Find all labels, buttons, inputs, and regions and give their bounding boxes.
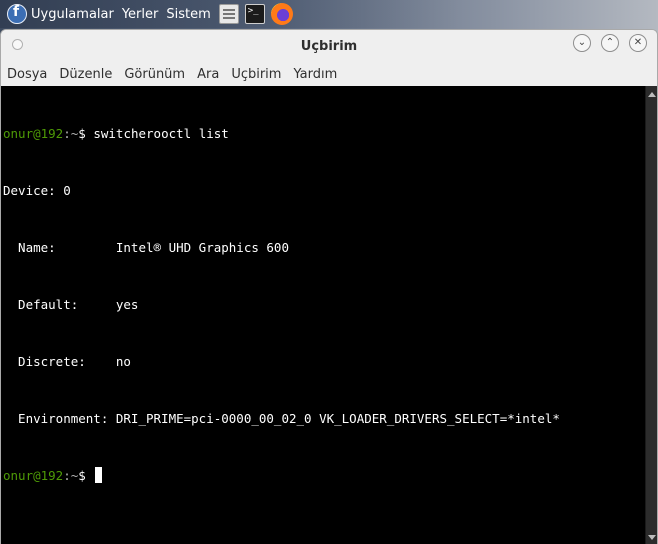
output-line: Device: 0 bbox=[3, 183, 71, 198]
menu-help[interactable]: Yardım bbox=[293, 67, 337, 82]
command-line: onur@192:~$ switcherooctl list bbox=[3, 124, 645, 143]
scroll-up-arrow-icon[interactable] bbox=[648, 92, 656, 97]
output-line: Default: yes bbox=[3, 297, 139, 312]
menu-view[interactable]: Görünüm bbox=[124, 67, 185, 82]
output-line: Name: Intel® UHD Graphics 600 bbox=[3, 240, 289, 255]
fedora-logo-icon[interactable] bbox=[7, 4, 27, 24]
current-prompt-line: onur@192:~$ bbox=[3, 466, 645, 485]
menu-terminal[interactable]: Uçbirim bbox=[231, 67, 281, 82]
scrollbar[interactable] bbox=[645, 86, 657, 544]
prompt-symbol: $ bbox=[78, 468, 94, 483]
menubar: Dosya Düzenle Görünüm Ara Uçbirim Yardım bbox=[1, 62, 657, 86]
terminal-launcher-icon[interactable] bbox=[244, 4, 265, 24]
text-cursor bbox=[95, 467, 103, 483]
minimize-button[interactable]: ⌄ bbox=[573, 34, 591, 52]
output-line: Discrete: no bbox=[3, 354, 131, 369]
menu-file[interactable]: Dosya bbox=[7, 67, 47, 82]
scroll-down-arrow-icon[interactable] bbox=[648, 535, 656, 540]
terminal-window: Uçbirim ⌄ ⌃ ✕ Dosya Düzenle Görünüm Ara … bbox=[0, 29, 658, 544]
file-manager-icon[interactable] bbox=[218, 4, 239, 24]
prompt-path: :~ bbox=[63, 126, 79, 141]
top-panel: Uygulamalar Yerler Sistem bbox=[0, 0, 658, 28]
prompt-path: :~ bbox=[63, 468, 79, 483]
prompt-symbol: $ bbox=[78, 126, 94, 141]
close-button[interactable]: ✕ bbox=[629, 34, 647, 52]
places-menu[interactable]: Yerler bbox=[122, 7, 159, 22]
firefox-icon[interactable] bbox=[270, 3, 293, 25]
menu-edit[interactable]: Düzenle bbox=[59, 67, 112, 82]
applications-menu[interactable]: Uygulamalar bbox=[31, 7, 114, 22]
prompt-user: onur@192 bbox=[3, 126, 64, 141]
command-text: switcherooctl list bbox=[93, 126, 229, 141]
window-title: Uçbirim bbox=[300, 38, 358, 54]
terminal-output[interactable]: onur@192:~$ switcherooctl list Device: 0… bbox=[1, 86, 645, 544]
titlebar[interactable]: Uçbirim ⌄ ⌃ ✕ bbox=[1, 30, 657, 62]
system-menu[interactable]: Sistem bbox=[166, 7, 210, 22]
maximize-button[interactable]: ⌃ bbox=[601, 34, 619, 52]
prompt-user: onur@192 bbox=[3, 468, 64, 483]
menu-search[interactable]: Ara bbox=[197, 67, 219, 82]
output-line: Environment: DRI_PRIME=pci-0000_00_02_0 … bbox=[3, 411, 560, 426]
window-menu-button[interactable] bbox=[12, 39, 23, 50]
